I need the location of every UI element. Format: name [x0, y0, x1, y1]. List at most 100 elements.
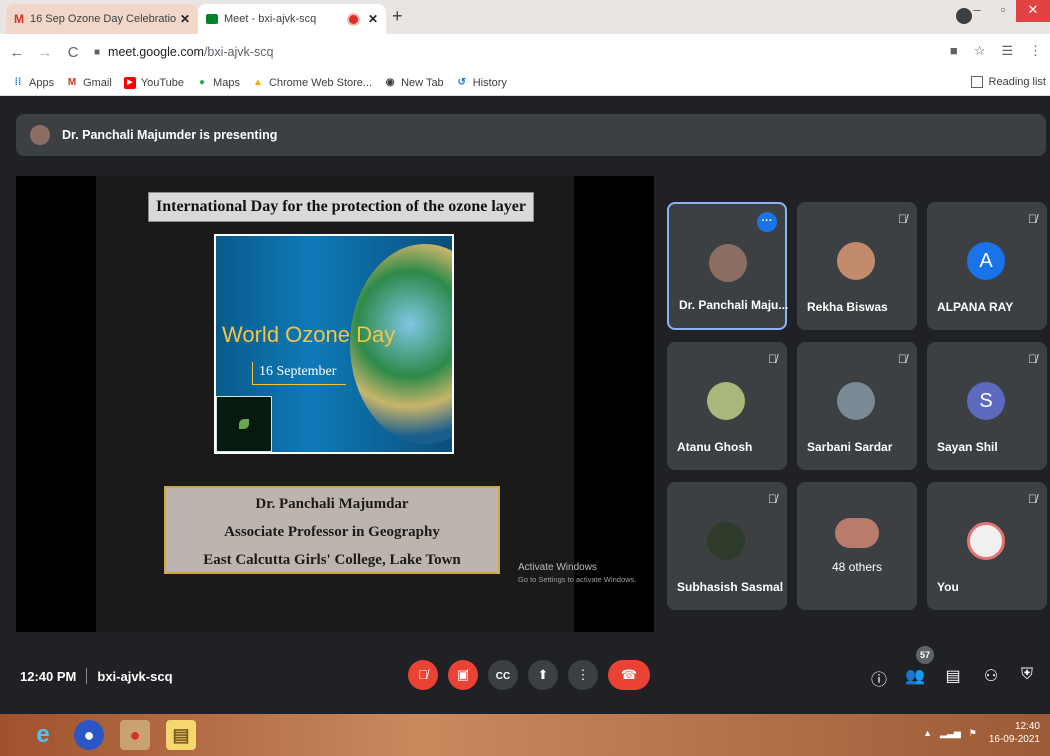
hang-up-icon: ☎	[620, 667, 638, 682]
participant-tile[interactable]: 🎙̸ Subhasish Sasmal	[667, 482, 787, 610]
meeting-code: bxi-ajvk-scq	[97, 668, 173, 684]
activities-button[interactable]: ⚇	[980, 666, 1002, 686]
browser-tabstrip: M 16 Sep Ozone Day Celebration - ✕ Meet …	[0, 0, 1050, 34]
participant-tile[interactable]: 🎙̸ Rekha Biswas	[797, 202, 917, 330]
tab-meet[interactable]: Meet - bxi-ajvk-scq ✕	[198, 4, 386, 34]
more-options-icon[interactable]: ···	[757, 212, 777, 232]
avatar	[837, 382, 875, 420]
camera-icon[interactable]: ■	[950, 43, 958, 59]
chat-button[interactable]: ▤	[942, 666, 964, 686]
browser-menu-icon[interactable]: ⋮	[1029, 43, 1042, 59]
bookmark-apps[interactable]: ⁞⁞ Apps	[12, 77, 54, 89]
host-controls-button[interactable]: ⛨	[1016, 666, 1038, 684]
participant-name: Rekha Biswas	[807, 300, 888, 314]
more-vert-icon: ⋮	[576, 667, 590, 682]
tab-close-icon[interactable]: ✕	[180, 12, 190, 26]
bookmark-new-tab[interactable]: ◉ New Tab	[384, 77, 444, 89]
minimize-button[interactable]: –	[964, 0, 990, 22]
web-store-icon: ▲	[253, 76, 263, 88]
file-explorer-icon[interactable]: ▤	[166, 720, 196, 750]
mic-off-button[interactable]: 🎙̸	[408, 660, 438, 690]
system-clock[interactable]: 12:40 16-09-2021	[989, 720, 1040, 746]
chrome-icon-blue[interactable]: ●	[74, 720, 104, 750]
camera-off-button[interactable]: ▣̸	[448, 660, 478, 690]
gmail-icon: M	[67, 76, 77, 88]
address-bar: ← → C ■ meet.google.com/bxi-ajvk-scq ■ ☆…	[0, 34, 1050, 70]
participant-tile[interactable]: 🎙̸ S Sayan Shil	[927, 342, 1047, 470]
present-icon: ⬆	[537, 667, 549, 682]
mic-off-icon: 🎙̸	[768, 492, 777, 506]
tab-title: 16 Sep Ozone Day Celebration -	[30, 13, 176, 25]
flag-icon[interactable]: ⚑	[969, 728, 977, 739]
extension-icon[interactable]: ☰	[1001, 43, 1013, 59]
caption-line: East Calcutta Girls' College, Lake Town	[203, 552, 461, 568]
bookmark-youtube[interactable]: ▶ YouTube	[123, 76, 184, 89]
tray-arrow-icon[interactable]: ▲	[923, 728, 932, 738]
reload-button[interactable]: C	[62, 44, 84, 61]
history-icon: ↺	[457, 76, 466, 88]
present-now-button[interactable]: ⬆	[528, 660, 558, 690]
maximize-button[interactable]: ▫	[990, 0, 1016, 22]
shield-lock-icon: ⛨	[1020, 666, 1033, 683]
others-count: 48 others	[831, 560, 883, 574]
participant-name: Dr. Panchali Maju...	[679, 298, 789, 312]
meet-app: Dr. Panchali Majumder is presenting Inte…	[0, 96, 1050, 714]
sprout-icon	[239, 419, 249, 429]
bookmark-maps[interactable]: ● Maps	[196, 77, 240, 89]
more-options-button[interactable]: ⋮	[568, 660, 598, 690]
tab-close-icon[interactable]: ✕	[368, 12, 378, 26]
divider	[86, 668, 88, 684]
avatar: S	[967, 382, 1005, 420]
forward-button[interactable]: →	[34, 44, 56, 61]
ozone-day-label: World Ozone Day	[222, 322, 396, 347]
captions-icon: CC	[495, 671, 511, 682]
youtube-icon: ▶	[123, 76, 136, 89]
reading-list-button[interactable]: Reading list	[970, 76, 1046, 88]
meeting-details-button[interactable]: ⓘ	[868, 666, 890, 690]
participant-tile[interactable]: ··· Dr. Panchali Maju...	[667, 202, 789, 330]
avatar	[709, 244, 747, 282]
captions-button[interactable]: CC	[488, 660, 518, 690]
close-window-button[interactable]: ✕	[1016, 0, 1050, 22]
back-button[interactable]: ←	[6, 44, 28, 61]
info-icon: ⓘ	[870, 672, 887, 689]
mic-off-icon: 🎙̸	[1028, 212, 1037, 226]
tab-gmail[interactable]: M 16 Sep Ozone Day Celebration - ✕	[6, 4, 198, 34]
mic-off-icon: 🎙̸	[768, 352, 777, 366]
participant-name: Subhasish Sasmal	[677, 580, 784, 594]
bookmark-star-icon[interactable]: ☆	[974, 43, 986, 59]
others-tile[interactable]: 48 others	[797, 482, 917, 610]
meet-icon	[206, 14, 218, 24]
signal-icon[interactable]: ▂▃▅	[940, 728, 961, 739]
caption-line: Dr. Panchali Majumdar	[255, 496, 409, 512]
url-field[interactable]: ■ meet.google.com/bxi-ajvk-scq	[94, 45, 273, 59]
tab-title: Meet - bxi-ajvk-scq	[224, 13, 317, 25]
participant-tile[interactable]: 🎙̸ Atanu Ghosh	[667, 342, 787, 470]
bookmark-history[interactable]: ↺ History	[456, 76, 506, 89]
shared-slide: International Day for the protection of …	[96, 176, 574, 632]
mic-off-icon: 🎙̸	[898, 212, 907, 226]
people-button[interactable]: 👥	[904, 666, 926, 686]
bookmark-gmail[interactable]: M Gmail	[66, 77, 112, 89]
internet-explorer-icon[interactable]: e	[28, 720, 58, 750]
participant-tile-self[interactable]: 🎙̸ You	[927, 482, 1047, 610]
bookmark-chrome-web-store[interactable]: ▲ Chrome Web Store...	[252, 77, 372, 89]
new-tab-button[interactable]: +	[392, 6, 403, 27]
participant-tile[interactable]: 🎙̸ A ALPANA RAY	[927, 202, 1047, 330]
people-icon: 👥	[905, 668, 925, 685]
presentation-stage[interactable]: International Day for the protection of …	[16, 176, 654, 632]
mic-off-icon: 🎙̸	[1028, 492, 1037, 506]
system-tray: ▲ ▂▃▅ ⚑ 12:40 16-09-2021	[923, 720, 1040, 746]
leave-call-button[interactable]: ☎	[608, 660, 650, 690]
chrome-icon[interactable]: ●	[120, 720, 150, 750]
avatar	[707, 522, 745, 560]
avatar	[707, 382, 745, 420]
window-controls: – ▫ ✕	[964, 0, 1050, 24]
participant-name: Sayan Shil	[937, 440, 998, 454]
presenting-text: Dr. Panchali Majumder is presenting	[62, 128, 278, 142]
gmail-icon: M	[14, 12, 24, 26]
participant-tile[interactable]: 🎙̸ Sarbani Sardar	[797, 342, 917, 470]
url-path: /bxi-ajvk-scq	[203, 45, 274, 59]
recording-icon	[348, 14, 358, 24]
meeting-controls-bar: 12:40 PM bxi-ajvk-scq 🎙̸ ▣̸ CC ⬆ ⋮ ☎ ⓘ 👥…	[0, 646, 1050, 704]
